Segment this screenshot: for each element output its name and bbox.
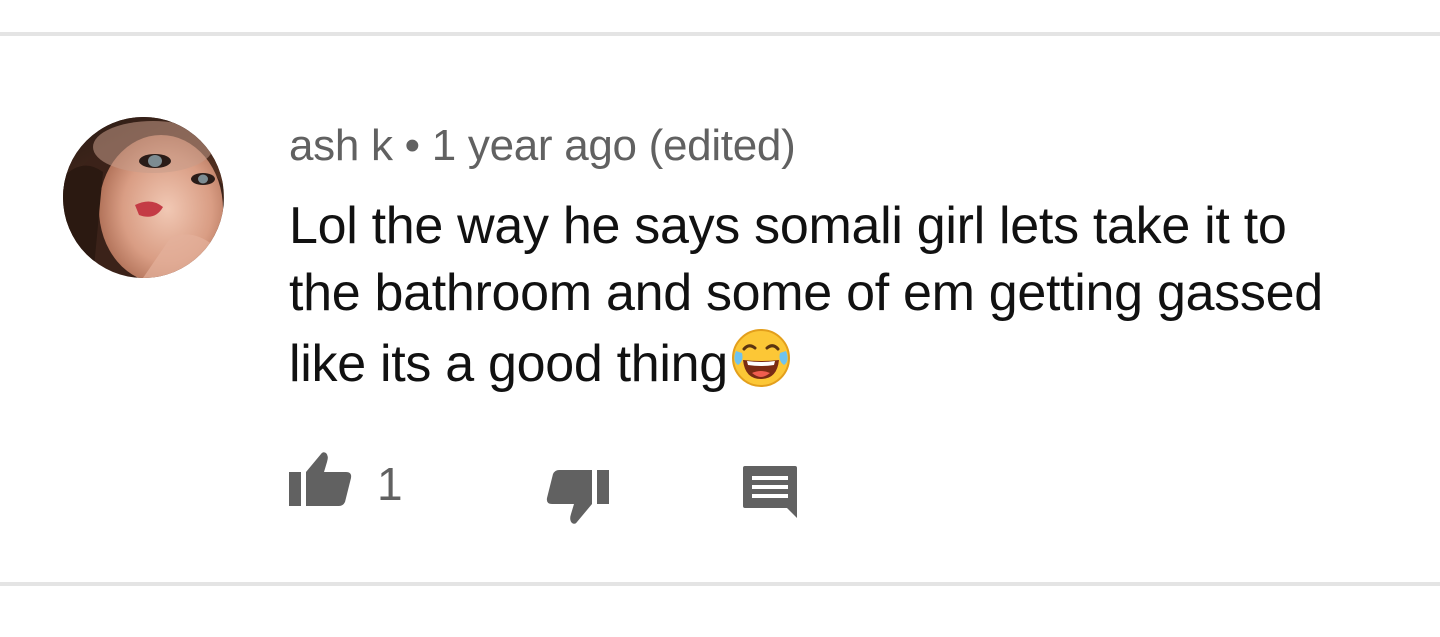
comment-icon [743, 466, 797, 518]
bottom-divider [0, 582, 1440, 586]
dislike-button[interactable] [545, 468, 609, 531]
comment-meta: ash k • 1 year ago (edited) [289, 118, 796, 174]
comment-timestamp: 1 year ago (edited) [431, 121, 796, 170]
comment-body: Lol the way he says somali girl lets tak… [289, 193, 1369, 406]
tears-of-joy-emoji-icon [730, 327, 792, 406]
thumbs-up-icon [289, 452, 352, 506]
comment-text: Lol the way he says somali girl lets tak… [289, 197, 1323, 393]
avatar[interactable] [63, 117, 224, 278]
comment-card: ash k • 1 year ago (edited) Lol the way he… [0, 0, 1440, 637]
thumbs-down-icon [546, 470, 609, 524]
like-count: 1 [377, 458, 403, 510]
meta-separator: • [404, 121, 420, 170]
avatar-image [63, 117, 224, 278]
author-name[interactable]: ash k [289, 121, 393, 170]
like-button[interactable] [289, 450, 353, 513]
reply-button[interactable] [741, 464, 799, 525]
top-divider [0, 32, 1440, 36]
